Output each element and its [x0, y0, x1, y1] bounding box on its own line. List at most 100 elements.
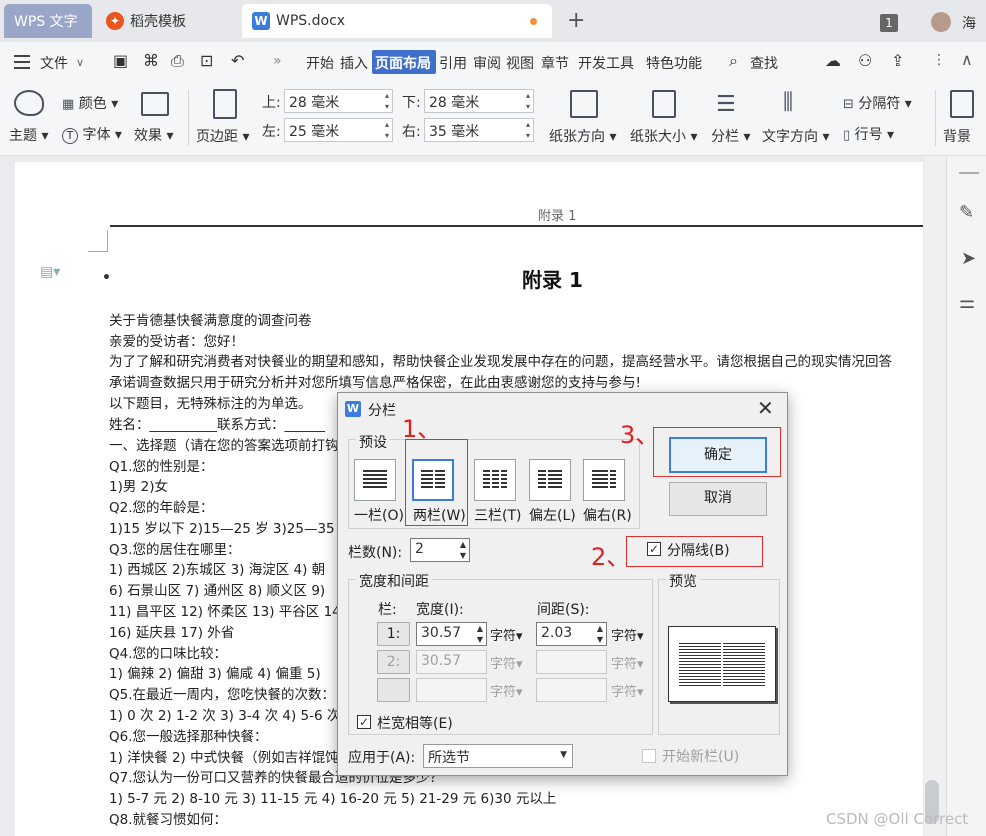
window-count-badge[interactable]: 1 [880, 14, 898, 32]
document-line[interactable]: 为了了解和研究消费者对快餐业的期望和感知，帮助快餐企业发现发展中存在的问题，提高… [109, 350, 892, 370]
fonts-button[interactable]: T 字体 ▾ [62, 124, 122, 144]
orientation-button[interactable]: 纸张方向 ▾ [549, 126, 616, 146]
document-line[interactable]: 6) 石景山区 7) 通州区 8) 顺义区 9) [109, 579, 325, 599]
theme-button[interactable]: 主题 ▾ [9, 125, 48, 145]
equal-width-label[interactable]: 栏宽相等(E) [377, 713, 453, 733]
pen-icon[interactable]: ✎ [959, 202, 974, 223]
document-line[interactable]: Q3.您的居住在哪里： [109, 538, 241, 558]
menu-review[interactable]: 审阅 [473, 53, 501, 73]
right-margin-input[interactable]: 35 毫米 [424, 118, 534, 142]
avatar[interactable] [931, 12, 951, 32]
document-line[interactable]: 1) 0 次 2) 1-2 次 3) 3-4 次 4) 5-6 次 [109, 704, 340, 724]
save-icon[interactable]: ▣ [113, 51, 128, 70]
document-line[interactable]: 承诺调查数据只用于研究分析并对您所填写信息严格保密，在此由衷感谢您的支持与参与! [109, 371, 641, 391]
menu-insert[interactable]: 插入 [340, 53, 368, 73]
format-painter-icon[interactable]: ⌘ [143, 51, 159, 70]
document-line[interactable]: 1)15 岁以下 2)15—25 岁 3)25—35 4)3 [109, 517, 361, 537]
document-line[interactable]: 一、选择题（请在您的答案选项前打钩 [109, 434, 339, 454]
margins-icon[interactable] [213, 89, 237, 119]
print-icon[interactable]: ⎙ [171, 51, 184, 71]
text-direction-button[interactable]: 文字方向 ▾ [762, 126, 829, 146]
preset-one-column[interactable] [354, 459, 396, 501]
menu-home[interactable]: 开始 [306, 53, 334, 73]
column-1-width-input[interactable]: 30.57 ▲ ▼ [416, 622, 487, 646]
document-line[interactable]: 16) 延庆县 17) 外省 [109, 621, 234, 641]
preset-three-columns-label[interactable]: 三栏(T) [474, 505, 521, 525]
left-margin-input[interactable]: 25 毫米 [284, 118, 393, 142]
equal-width-checkbox[interactable]: ✓ [357, 715, 371, 729]
text-direction-icon[interactable]: ⫼ [783, 90, 793, 115]
document-line[interactable]: 11) 昌平区 12) 怀柔区 13) 平谷区 14 [109, 600, 341, 620]
chevron-down-icon[interactable]: ∨ [76, 56, 84, 69]
more-icon[interactable]: » [273, 53, 282, 69]
document-line[interactable]: Q2.您的年龄是： [109, 496, 214, 516]
undo-icon[interactable]: ↶ [231, 51, 244, 70]
cancel-button[interactable]: 取消 [669, 482, 767, 516]
spinner-icon[interactable]: ▲ ▼ [477, 623, 483, 645]
margins-button[interactable]: 页边距 ▾ [196, 126, 249, 146]
hamburger-icon[interactable] [14, 55, 30, 69]
document-line[interactable]: 关于肯德基快餐满意度的调查问卷 [109, 309, 312, 329]
cloud-icon[interactable]: ☁ [825, 51, 841, 70]
menu-developer[interactable]: 开发工具 [578, 53, 634, 73]
column-1-spacing-input[interactable]: 2.03 ▲ ▼ [536, 622, 607, 646]
menu-chapter[interactable]: 章节 [541, 53, 569, 73]
collapse-ribbon-icon[interactable]: ∧ [961, 50, 973, 69]
document-line[interactable]: 1) 西城区 2)东城区 3) 海淀区 4) 朝 [109, 558, 325, 578]
document-line[interactable]: 姓名：__________联系方式：______ [109, 413, 325, 433]
spinner-icon[interactable]: ▲ ▼ [597, 623, 603, 645]
columns-icon[interactable]: ☰ [716, 92, 736, 117]
document-line[interactable]: Q8.就餐习惯如何： [109, 808, 227, 828]
column-1-spacing-unit[interactable]: 字符▾ [611, 625, 644, 644]
page-size-button[interactable]: 纸张大小 ▾ [630, 126, 697, 146]
document-line[interactable]: 以下题目，无特殊标注的为单选。 [109, 392, 312, 412]
search-icon[interactable]: ⌕ [729, 51, 738, 71]
page-size-icon[interactable] [652, 90, 676, 118]
menu-view[interactable]: 视图 [506, 53, 534, 73]
column-count-input[interactable]: 2 ▲ ▼ [410, 538, 470, 562]
preset-one-column-label[interactable]: 一栏(O) [354, 505, 404, 525]
preset-left-label[interactable]: 偏左(L) [529, 505, 576, 525]
document-line[interactable]: 1) 5-7 元 2) 8-10 元 3) 11-15 元 4) 16-20 元… [109, 787, 556, 807]
effects-icon[interactable] [141, 92, 169, 116]
colors-button[interactable]: ▦ 颜色 ▾ [62, 93, 118, 113]
line-numbers-button[interactable]: ▯ 行号 ▾ [843, 124, 894, 144]
add-user-icon[interactable]: ⚇ [858, 51, 872, 70]
document-outline-icon[interactable]: ▤▾ [40, 264, 60, 280]
share-icon[interactable]: ⇪ [891, 51, 904, 70]
document-line[interactable]: 1)男 2)女 [109, 475, 168, 495]
close-icon[interactable]: ✕ [757, 396, 774, 420]
print-preview-icon[interactable]: ⊡ [200, 51, 213, 70]
search-label[interactable]: 查找 [750, 53, 778, 73]
document-line[interactable]: 1) 偏辣 2) 偏甜 3) 偏咸 4) 偏重 5) [109, 662, 321, 682]
cursor-icon[interactable]: ➤ [961, 248, 976, 269]
columns-button[interactable]: 分栏 ▾ [711, 126, 750, 146]
document-line[interactable]: Q5.在最近一周内，您吃快餐的次数： [109, 683, 335, 703]
menu-file[interactable]: 文件 [40, 53, 68, 73]
top-margin-input[interactable]: 28 毫米 [284, 89, 393, 113]
preset-three-columns[interactable] [474, 459, 516, 501]
spinner-icon[interactable]: ▲ ▼ [460, 539, 466, 561]
palette-icon[interactable] [14, 90, 44, 116]
menu-page-layout[interactable]: 页面布局 [375, 53, 431, 73]
document-line[interactable]: 亲爱的受访者：您好！ [109, 330, 244, 350]
preset-right[interactable] [583, 459, 625, 501]
document-line[interactable]: Q4.您的口味比较： [109, 642, 227, 662]
tab-wps-writer[interactable]: WPS 文字 [4, 4, 92, 38]
document-line[interactable]: Q6.您一般选择那种快餐： [109, 725, 268, 745]
more-options-icon[interactable]: ⋮ [932, 52, 946, 68]
background-icon[interactable] [950, 90, 974, 118]
tab-wps-docx[interactable]: W WPS.docx [242, 4, 552, 38]
column-1-width-unit[interactable]: 字符▾ [490, 625, 523, 644]
document-line[interactable]: 1) 洋快餐 2) 中式快餐（例如吉祥馄饨 [109, 746, 339, 766]
document-line[interactable]: Q1.您的性别是： [109, 455, 214, 475]
vertical-scrollbar[interactable] [924, 156, 946, 836]
settings-sliders-icon[interactable]: ⚌ [959, 292, 975, 313]
new-tab-button[interactable]: + [567, 8, 585, 33]
preset-left[interactable] [529, 459, 571, 501]
menu-references[interactable]: 引用 [439, 53, 467, 73]
tab-docer-templates[interactable]: ✦ 稻壳模板 [96, 4, 236, 38]
bottom-margin-input[interactable]: 28 毫米 [424, 89, 534, 113]
preset-right-label[interactable]: 偏右(R) [583, 505, 632, 525]
orientation-icon[interactable] [570, 90, 598, 118]
